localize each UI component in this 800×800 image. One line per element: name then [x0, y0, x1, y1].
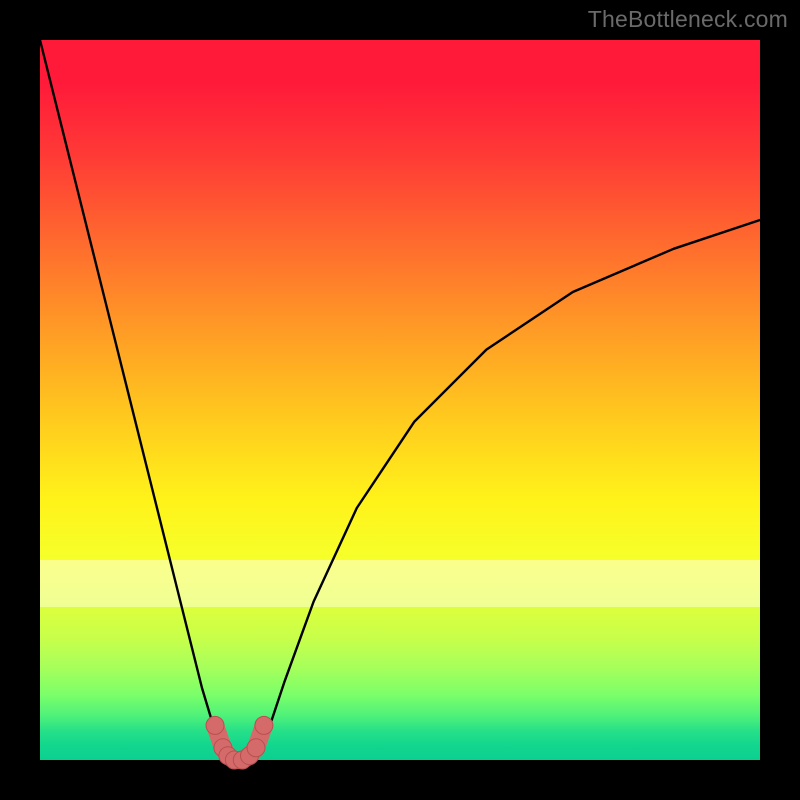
marker-dot — [247, 739, 265, 757]
marker-cluster — [206, 716, 273, 769]
curve-layer — [40, 40, 760, 760]
bottleneck-curve — [40, 40, 760, 760]
marker-dot — [206, 716, 224, 734]
watermark-text: TheBottleneck.com — [588, 6, 788, 33]
curve-path — [40, 40, 760, 760]
frame: TheBottleneck.com — [0, 0, 800, 800]
plot-area — [40, 40, 760, 760]
marker-dot — [255, 716, 273, 734]
